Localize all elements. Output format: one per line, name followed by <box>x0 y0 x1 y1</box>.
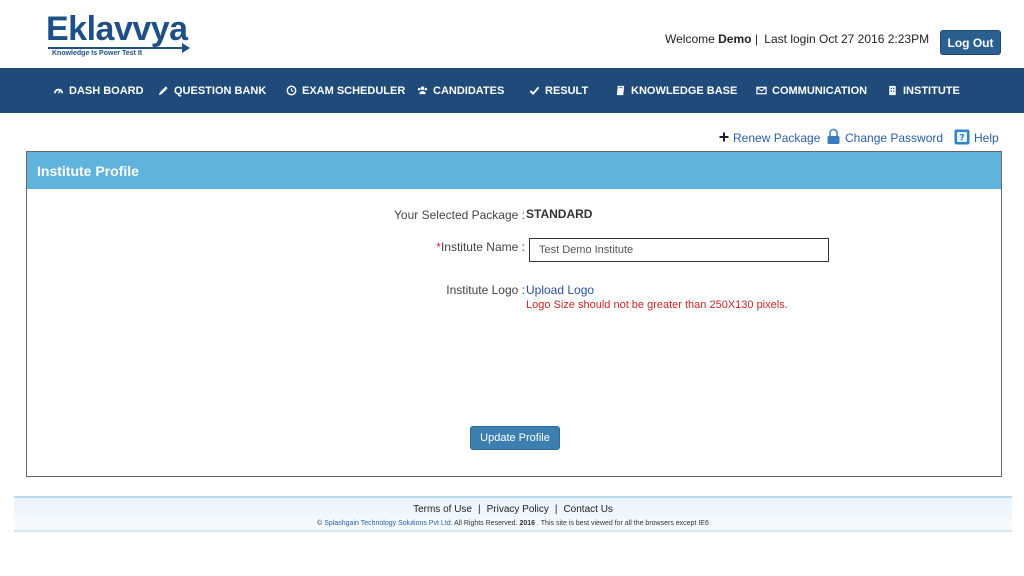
nav-label: CANDIDATES <box>433 84 505 97</box>
welcome-separator: | <box>754 32 758 46</box>
building-icon <box>887 85 898 96</box>
logo-size-hint: Logo Size should not be greater than 250… <box>526 299 788 311</box>
footer-separator: | <box>554 504 558 515</box>
footer: Terms of Use | Privacy Policy | Contact Us ©… <box>14 496 1012 532</box>
users-icon <box>417 85 428 96</box>
footer-links: Terms of Use | Privacy Policy | Contact Us <box>14 504 1012 515</box>
panel-title: Institute Profile <box>27 152 1001 189</box>
update-profile-button[interactable]: Update Profile <box>470 426 560 450</box>
institute-profile-panel: Institute Profile Your Selected Package … <box>26 151 1002 477</box>
nav-item-result[interactable]: RESULT <box>529 68 588 113</box>
institute-name-label: *Institute Name : <box>436 240 525 254</box>
nav-item-exam-scheduler[interactable]: EXAM SCHEDULER <box>286 68 405 113</box>
terms-link[interactable]: Terms of Use <box>413 504 472 515</box>
user-name: Demo <box>718 32 752 46</box>
copyright-symbol: © <box>317 520 323 527</box>
rights-text: All Rights Reserved. <box>454 520 518 527</box>
svg-text:?: ? <box>959 133 964 143</box>
nav-item-dashboard[interactable]: DASH BOARD <box>53 68 144 113</box>
nav-label: EXAM SCHEDULER <box>302 84 406 97</box>
upload-logo-link[interactable]: Upload Logo <box>526 283 594 297</box>
header: Eklavvya Knowledge Is Power Test It Welc… <box>0 0 1024 68</box>
nav-item-knowledge-base[interactable]: KNOWLEDGE BASE <box>615 68 737 113</box>
nav-item-candidates[interactable]: CANDIDATES <box>417 68 504 113</box>
check-icon <box>529 85 540 96</box>
renew-package-label: Renew Package <box>733 131 821 145</box>
welcome-prefix: Welcome <box>665 32 715 46</box>
dashboard-icon <box>53 85 64 96</box>
envelope-icon <box>756 85 767 96</box>
nav-label: KNOWLEDGE BASE <box>631 84 738 97</box>
nav-label: DASH BOARD <box>69 84 144 97</box>
help-link[interactable]: ? Help <box>954 128 999 148</box>
welcome-text: Welcome Demo | Last login Oct 27 2016 2:… <box>665 32 929 46</box>
change-password-link[interactable]: Change Password <box>826 128 943 148</box>
nav-label: RESULT <box>545 84 589 97</box>
brand-tagline: Knowledge Is Power Test It <box>52 50 143 57</box>
pencil-icon <box>158 85 169 96</box>
logo-arrow-icon <box>182 43 190 53</box>
renew-package-link[interactable]: Renew Package <box>719 128 820 148</box>
help-icon: ? <box>954 129 970 148</box>
contact-link[interactable]: Contact Us <box>563 504 612 515</box>
copyright: © Splashgain Technology Solutions Pvt Lt… <box>14 520 1012 527</box>
logout-button[interactable]: Log Out <box>940 30 1001 55</box>
plus-icon <box>719 131 729 145</box>
last-login: Last login Oct 27 2016 2:23PM <box>764 32 930 46</box>
nav-item-question-bank[interactable]: QUESTION BANK <box>158 68 266 113</box>
privacy-link[interactable]: Privacy Policy <box>487 504 549 515</box>
institute-name-label-text: Institute Name : <box>440 240 525 254</box>
copyright-year: 2016 <box>519 520 536 527</box>
help-label: Help <box>974 131 999 145</box>
nav-item-communication[interactable]: COMMUNICATION <box>756 68 867 113</box>
change-password-label: Change Password <box>845 131 944 145</box>
main-nav: DASH BOARD QUESTION BANK EXAM SCHEDULER … <box>0 68 1024 113</box>
lock-icon <box>826 128 841 148</box>
nav-item-institute[interactable]: INSTITUTE <box>887 68 960 113</box>
logo-underline <box>48 47 188 49</box>
institute-name-input[interactable] <box>529 238 829 262</box>
package-label: Your Selected Package : <box>394 208 525 222</box>
brand-name: Eklavvya <box>46 10 188 48</box>
book-icon <box>615 85 626 96</box>
institute-logo-label: Institute Logo : <box>446 283 525 297</box>
nav-label: QUESTION BANK <box>174 84 267 97</box>
package-value: STANDARD <box>526 207 593 221</box>
footer-separator: | <box>477 504 481 515</box>
nav-label: INSTITUTE <box>903 84 960 97</box>
nav-label: COMMUNICATION <box>772 84 868 97</box>
brand-logo[interactable]: Eklavvya Knowledge Is Power Test It <box>46 10 196 60</box>
browser-note: . This site is best viewed for all the b… <box>537 520 709 527</box>
company-link[interactable]: Splashgain Technology Solutions Pvt Ltd. <box>324 520 452 527</box>
clock-icon <box>286 85 297 96</box>
